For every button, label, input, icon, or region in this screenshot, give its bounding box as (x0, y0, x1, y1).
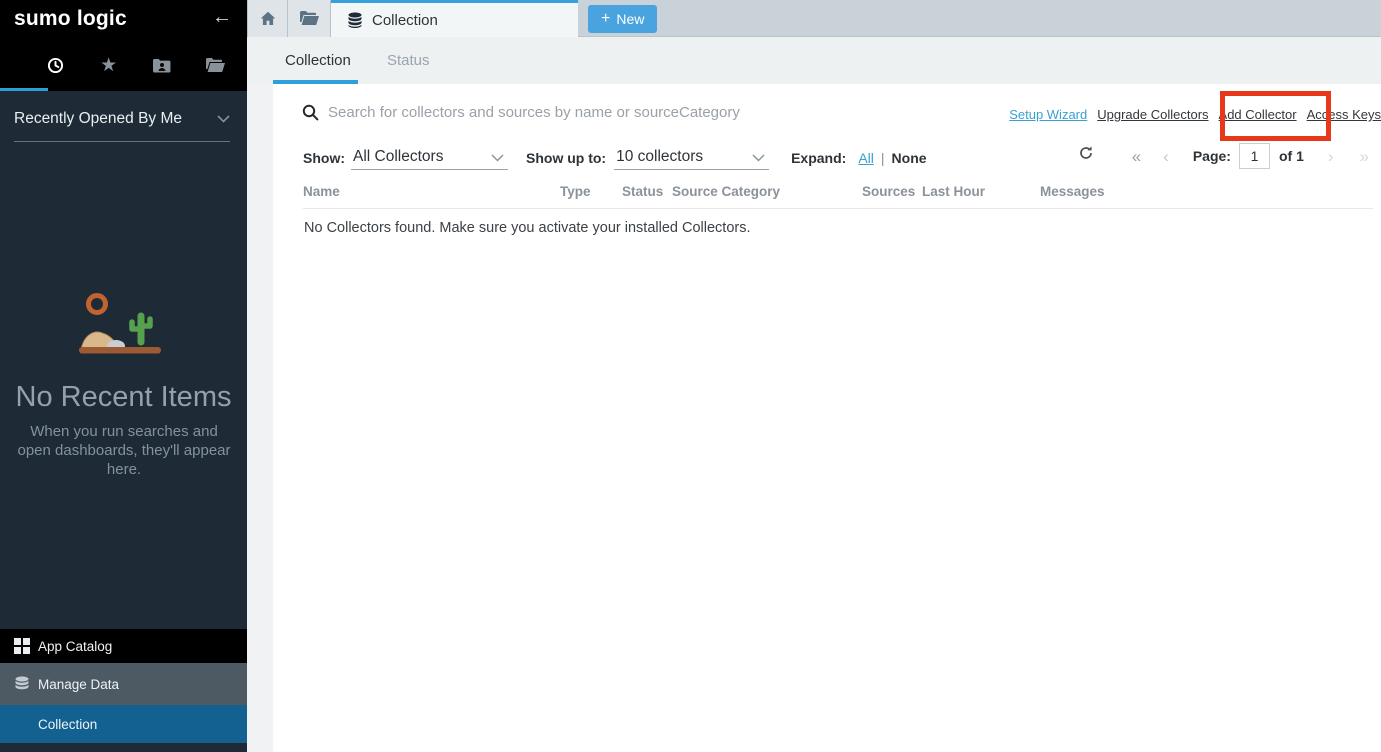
show-filter-value: All Collectors (351, 148, 443, 166)
expand-label: Expand: (791, 150, 846, 170)
open-folder-icon (206, 58, 225, 73)
star-icon: ★ (100, 56, 117, 75)
recents-tab[interactable] (40, 53, 70, 79)
filter-row: Show: All Collectors Show up to: 10 coll… (303, 142, 927, 170)
collapse-sidebar-arrow-icon[interactable]: ← (212, 6, 232, 29)
tab-label: Collection (372, 12, 438, 29)
subtab-collection[interactable]: Collection (285, 52, 351, 69)
upgrade-collectors-link[interactable]: Upgrade Collectors (1097, 107, 1208, 122)
sidebar-logo-row: sumo logic ← (0, 0, 247, 40)
open-folder-icon (300, 11, 319, 26)
column-header-messages: Messages (1040, 184, 1373, 199)
clock-icon (47, 57, 64, 74)
active-sidebar-tab-indicator (0, 88, 48, 91)
library-tab-button[interactable] (288, 0, 331, 37)
recent-scope-dropdown[interactable]: Recently Opened By Me (14, 110, 230, 142)
sidebar: sumo logic ← ★ Recently Opened By Me (0, 0, 247, 752)
no-recent-items-subtitle: When you run searches and open dashboard… (16, 422, 232, 479)
page-subtab-strip: Collection Status (247, 37, 1381, 84)
recent-scope-label: Recently Opened By Me (14, 110, 182, 128)
library-tab[interactable] (201, 53, 231, 79)
panel-gutter (247, 84, 273, 752)
pagination: « ‹ Page: of 1 › » (1132, 142, 1371, 170)
last-page-button[interactable]: » (1360, 148, 1369, 165)
next-page-button[interactable]: › (1328, 148, 1334, 165)
database-icon (14, 676, 30, 692)
sidebar-icon-tabs: ★ (0, 40, 247, 91)
desert-empty-state-illustration (0, 292, 247, 358)
subtab-status[interactable]: Status (387, 52, 430, 69)
first-page-button[interactable]: « (1132, 148, 1141, 165)
grid-icon (14, 638, 30, 654)
sidebar-item-manage-data[interactable]: Manage Data (0, 663, 247, 705)
search-input[interactable] (328, 99, 868, 125)
sidebar-item-collection[interactable]: Collection (0, 705, 247, 743)
column-header-name: Name (303, 184, 560, 199)
page-number-input[interactable] (1239, 143, 1270, 169)
column-header-source-category: Source Category (672, 184, 862, 199)
search-icon (302, 104, 319, 121)
page-count-label: of 1 (1279, 148, 1304, 164)
sidebar-item-label: App Catalog (38, 639, 112, 654)
show-up-to-dropdown[interactable]: 10 collectors (614, 148, 769, 170)
sidebar-item-label: Collection (38, 717, 97, 732)
toolbar-links: Setup Wizard Upgrade Collectors Add Coll… (1009, 107, 1381, 122)
window-tab-bar: Collection + New (247, 0, 1381, 37)
access-keys-link[interactable]: Access Keys (1307, 107, 1381, 122)
previous-page-button[interactable]: ‹ (1163, 148, 1169, 165)
folder-person-icon (153, 58, 171, 73)
chevron-down-icon (752, 154, 765, 162)
page-label: Page: (1193, 148, 1231, 164)
chevron-down-icon (217, 115, 230, 123)
column-header-status: Status (622, 184, 672, 199)
show-filter-label: Show: (303, 150, 345, 170)
column-header-type: Type (560, 184, 622, 199)
refresh-button[interactable] (1078, 145, 1094, 161)
show-up-to-value: 10 collectors (614, 148, 703, 166)
tab-collection[interactable]: Collection (331, 0, 578, 37)
chevron-down-icon (491, 154, 504, 162)
collection-panel: Setup Wizard Upgrade Collectors Add Coll… (273, 84, 1381, 752)
home-tab-button[interactable] (247, 0, 288, 37)
add-collector-link[interactable]: Add Collector (1219, 107, 1297, 122)
no-collectors-message: No Collectors found. Make sure you activ… (304, 220, 750, 236)
favorites-tab[interactable]: ★ (94, 53, 124, 79)
show-up-to-label: Show up to: (526, 150, 606, 170)
sidebar-item-app-catalog[interactable]: App Catalog (0, 629, 247, 663)
expand-separator: | (881, 150, 885, 170)
expand-none-link[interactable]: None (892, 150, 927, 170)
show-filter-dropdown[interactable]: All Collectors (351, 148, 508, 170)
sidebar-item-label: Manage Data (38, 677, 119, 692)
setup-wizard-link[interactable]: Setup Wizard (1009, 107, 1087, 122)
new-tab-button[interactable]: + New (588, 5, 657, 33)
new-button-label: New (616, 11, 644, 27)
sumo-logic-logo: sumo logic (14, 7, 127, 31)
shared-content-tab[interactable] (147, 53, 177, 79)
collectors-table-header: Name Type Status Source Category Sources… (303, 184, 1373, 209)
plus-icon: + (601, 11, 610, 27)
no-recent-items-title: No Recent Items (0, 381, 247, 414)
database-icon (347, 12, 363, 28)
home-icon (260, 11, 276, 26)
column-header-last-hour: Last Hour (922, 184, 1040, 199)
refresh-icon (1078, 145, 1094, 161)
column-header-sources: Sources (862, 184, 922, 199)
expand-all-link[interactable]: All (858, 150, 874, 170)
